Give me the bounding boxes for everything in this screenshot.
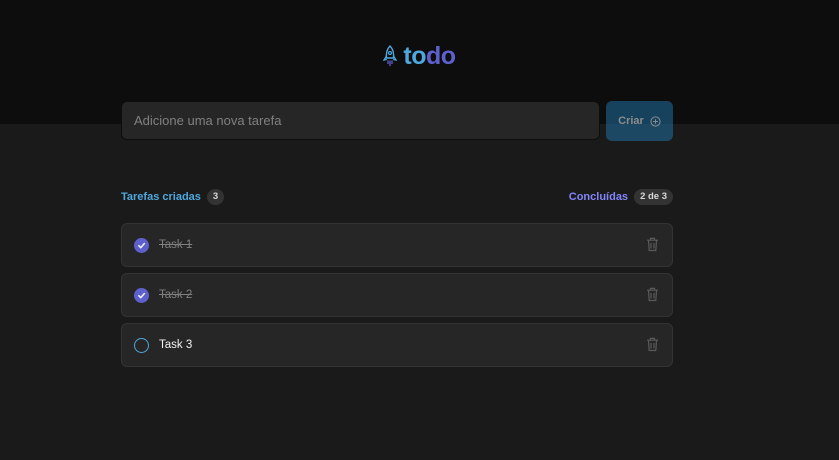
task-checkbox-checked[interactable] (134, 237, 149, 253)
logo-text-do: do (426, 41, 456, 70)
task-item: Task 1 (121, 223, 673, 267)
check-icon (138, 242, 146, 248)
task-label: Task 3 (159, 339, 193, 351)
created-count-badge: 3 (206, 189, 225, 205)
plus-circle-icon (650, 115, 661, 127)
new-task-form: Criar (121, 101, 673, 141)
new-task-input[interactable] (121, 101, 600, 140)
trash-icon[interactable] (646, 337, 659, 352)
task-label: Task 1 (159, 239, 193, 251)
done-label: Concluídas (568, 191, 629, 203)
created-label: Tarefas criadas (121, 191, 201, 203)
trash-icon[interactable] (646, 287, 659, 302)
create-button-label: Criar (618, 115, 644, 127)
done-count-badge: 2 de 3 (634, 189, 673, 205)
task-list: Task 1 Task 2 Task 3 (121, 223, 673, 367)
app-logo: todo (0, 40, 839, 72)
check-icon (138, 292, 146, 298)
task-item: Task 3 (121, 323, 673, 367)
rocket-icon (383, 45, 398, 66)
logo-text: todo (403, 41, 456, 71)
done-counter: Concluídas 2 de 3 (569, 189, 673, 205)
created-counter: Tarefas criadas 3 (121, 189, 225, 205)
logo-text-to: to (403, 41, 427, 70)
task-item: Task 2 (121, 273, 673, 317)
task-counters: Tarefas criadas 3 Concluídas 2 de 3 (121, 188, 673, 206)
trash-icon[interactable] (646, 237, 659, 252)
task-label: Task 2 (159, 289, 193, 301)
create-button[interactable]: Criar (606, 101, 673, 141)
task-checkbox-unchecked[interactable] (134, 337, 149, 353)
task-checkbox-checked[interactable] (134, 287, 149, 303)
